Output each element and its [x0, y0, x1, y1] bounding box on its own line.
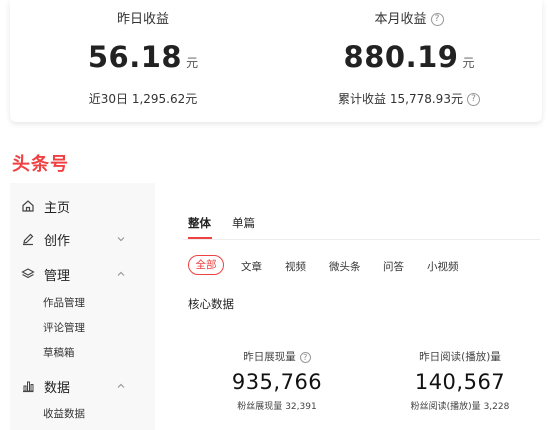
sidebar: 主页 创作 管理 作品管理 评论管理 草稿箱 数据 收益数据 [10, 183, 155, 430]
sidebar-item-create[interactable]: 创作 [20, 228, 70, 250]
sidebar-item-label: 主页 [44, 200, 71, 216]
last-30-days-earnings: 近30日 1,295.62元 [10, 90, 276, 107]
filter-short-video[interactable]: 小视频 [427, 259, 459, 274]
metric-value: 140,567 [414, 370, 506, 394]
total-earnings-label: 累计收益 [338, 92, 387, 106]
yesterday-earnings-label: 昨日收益 [116, 12, 169, 27]
metric-label: 昨日展现量 [243, 351, 296, 363]
chevron-up-icon[interactable] [115, 380, 127, 392]
month-earnings-value: 880.19 [343, 40, 459, 74]
chevron-down-icon[interactable] [115, 233, 127, 245]
help-icon[interactable]: ? [430, 13, 444, 26]
sidebar-item-manage[interactable]: 管理 [20, 263, 70, 285]
tab-divider [183, 239, 540, 240]
active-tab-indicator [188, 237, 212, 239]
yesterday-earnings-unit: 元 [186, 56, 199, 70]
month-earnings: 本月收益? 880.19 元 累计收益 15,778.93元? [276, 0, 542, 122]
metric-value: 935,766 [231, 370, 323, 394]
tab-single[interactable]: 单篇 [232, 215, 255, 231]
tab-overall[interactable]: 整体 [188, 215, 211, 231]
bar-chart-icon [20, 378, 36, 394]
sidebar-item-label: 管理 [44, 268, 71, 284]
metric-sub-label: 粉丝展现量 [237, 402, 283, 412]
metric-label: 昨日阅读(播放)量 [419, 351, 501, 363]
sidebar-item-drafts[interactable]: 草稿箱 [43, 345, 75, 360]
layers-icon [20, 266, 36, 282]
last-30-days-label: 近30日 [88, 92, 128, 106]
sidebar-item-home[interactable]: 主页 [20, 195, 70, 217]
filter-article[interactable]: 文章 [241, 259, 262, 274]
data-overview-panel: 整体 单篇 全部 文章 视频 微头条 问答 小视频 核心数据 昨日展现量? 93… [155, 195, 550, 430]
help-icon[interactable]: ? [466, 93, 480, 106]
core-data-title: 核心数据 [188, 297, 234, 311]
help-icon[interactable]: ? [299, 351, 311, 363]
filter-micro-toutiao[interactable]: 微头条 [329, 259, 361, 274]
pencil-icon [20, 231, 36, 247]
toutiao-logo[interactable]: 头条号 [12, 150, 69, 176]
yesterday-impressions-metric: 昨日展现量? 935,766 粉丝展现量 32,391 [212, 349, 342, 412]
metric-sub-value: 3,228 [483, 402, 510, 412]
filter-video[interactable]: 视频 [285, 259, 306, 274]
filter-qa[interactable]: 问答 [383, 259, 404, 274]
sidebar-item-data[interactable]: 数据 [20, 375, 70, 397]
earnings-summary-card: 昨日收益 56.18 元 近30日 1,295.62元 本月收益? 880.19 元… [10, 0, 542, 122]
month-earnings-label: 本月收益 [374, 12, 427, 27]
total-earnings-value: 15,778.93元 [389, 92, 463, 106]
total-earnings: 累计收益 15,778.93元? [276, 90, 542, 107]
home-icon [20, 198, 36, 214]
sidebar-item-label: 数据 [44, 380, 71, 396]
sidebar-item-comments-manage[interactable]: 评论管理 [43, 320, 85, 335]
yesterday-earnings: 昨日收益 56.18 元 近30日 1,295.62元 [10, 0, 276, 122]
metric-sub-label: 粉丝阅读(播放)量 [410, 402, 481, 412]
yesterday-reads-metric: 昨日阅读(播放)量 140,567 粉丝阅读(播放)量 3,228 [395, 349, 525, 412]
last-30-days-value: 1,295.62元 [131, 92, 198, 106]
metric-sub-value: 32,391 [285, 402, 317, 412]
sidebar-item-label: 创作 [44, 233, 71, 249]
sidebar-item-earnings-data[interactable]: 收益数据 [43, 406, 85, 421]
sidebar-item-works-manage[interactable]: 作品管理 [43, 295, 85, 310]
month-earnings-unit: 元 [462, 56, 475, 70]
filter-all[interactable]: 全部 [188, 255, 224, 275]
chevron-up-icon[interactable] [115, 268, 127, 280]
yesterday-earnings-value: 56.18 [87, 40, 183, 74]
